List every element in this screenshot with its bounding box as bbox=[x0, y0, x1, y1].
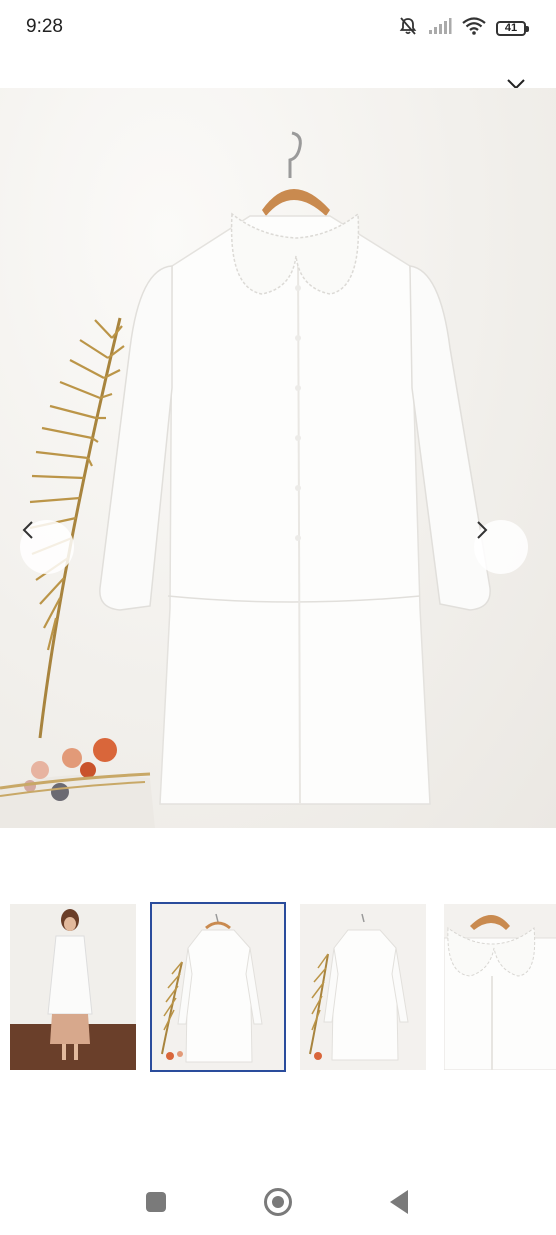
mute-bell-icon bbox=[398, 16, 418, 41]
status-time: 9:28 bbox=[26, 16, 63, 37]
status-bar: 9:28 41 bbox=[0, 0, 556, 55]
dress-on-hanger-illustration bbox=[0, 131, 491, 828]
next-image-button[interactable] bbox=[474, 520, 528, 574]
thumbnail-dress-on-hanger[interactable] bbox=[150, 902, 286, 1072]
wifi-icon bbox=[462, 16, 486, 40]
home-circle-icon[interactable] bbox=[264, 1188, 292, 1216]
chevron-left-icon bbox=[22, 521, 33, 539]
thumbnail-strip bbox=[10, 902, 556, 1072]
white-dress bbox=[99, 212, 491, 805]
product-image-viewer: 9:28 41 bbox=[0, 0, 556, 1235]
thumbnail-dress-back-view[interactable] bbox=[300, 904, 426, 1070]
status-icons: 41 bbox=[398, 16, 529, 41]
thumbnail-collar-detail[interactable] bbox=[444, 904, 556, 1070]
system-navigation-bar bbox=[0, 1170, 556, 1235]
wooden-hanger bbox=[262, 131, 330, 216]
recents-square-icon[interactable] bbox=[146, 1192, 166, 1212]
thumbnail-model-wearing-dress[interactable] bbox=[10, 904, 136, 1070]
back-triangle-icon[interactable] bbox=[390, 1190, 408, 1214]
previous-image-button[interactable] bbox=[20, 520, 74, 574]
main-product-image[interactable] bbox=[0, 88, 556, 828]
signal-icon bbox=[428, 17, 452, 40]
chevron-right-icon bbox=[477, 521, 488, 539]
battery-icon: 41 bbox=[496, 20, 529, 36]
battery-level: 41 bbox=[504, 22, 518, 34]
